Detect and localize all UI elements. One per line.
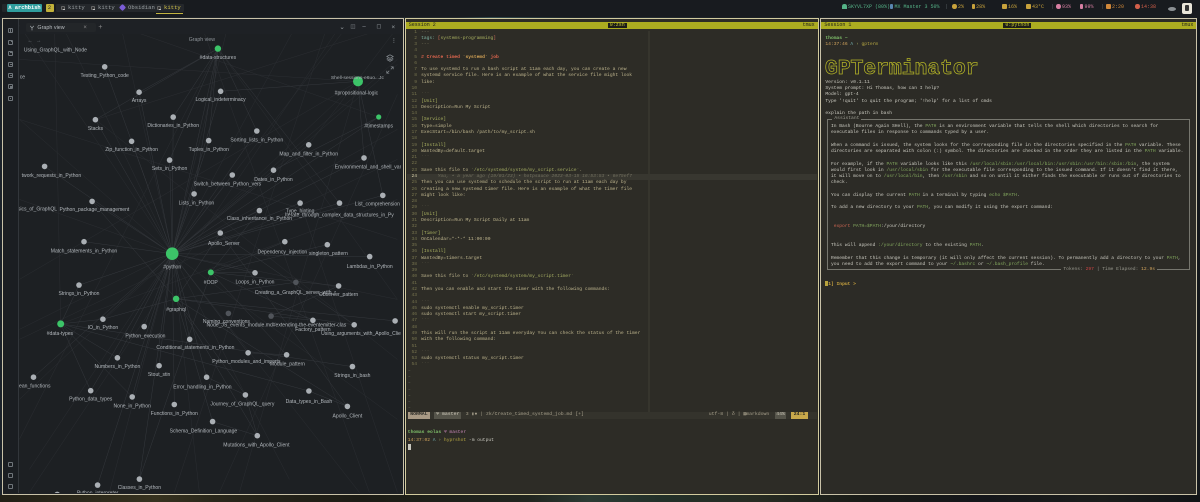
svg-text:#python: #python — [163, 265, 181, 271]
svg-text:Lists_in_Python: Lists_in_Python — [179, 201, 215, 207]
svg-text:#OOP: #OOP — [204, 280, 219, 286]
svg-text:Tuples_in_Python: Tuples_in_Python — [189, 147, 229, 153]
svg-text:Class_inheritance_in_Python: Class_inheritance_in_Python — [227, 216, 293, 222]
svg-text:Clean_functions: Clean_functions — [14, 384, 51, 390]
svg-text:Error_handling_in_Python: Error_handling_in_Python — [173, 385, 232, 391]
svg-text:Numbers_in_Python: Numbers_in_Python — [95, 364, 141, 370]
svg-text:Iterate_through_complex_data_s: Iterate_through_complex_data_structures_… — [285, 213, 394, 219]
svg-text:Python_data_types: Python_data_types — [69, 397, 113, 403]
svg-text:Module_pattern: Module_pattern — [270, 362, 305, 368]
svg-text:Stacks: Stacks — [88, 126, 104, 132]
svg-text:Lambdas_in_Python: Lambdas_in_Python — [347, 264, 393, 270]
svg-text:Using_GraphQL_with_Node: Using_GraphQL_with_Node — [24, 48, 87, 54]
svg-text:Loops_in_Python: Loops_in_Python — [235, 280, 274, 286]
svg-text:Shell-sessions-e6uo...Jc: Shell-sessions-e6uo...Jc — [331, 75, 385, 81]
svg-text:Mutations_with_Apollo_Client: Mutations_with_Apollo_Client — [223, 443, 290, 449]
svg-text:Data_types_in_Bash: Data_types_in_Bash — [286, 399, 333, 405]
svg-text:#propositional-logic: #propositional-logic — [335, 91, 379, 97]
svg-text:Switch_between_Python_vers: Switch_between_Python_vers — [194, 182, 262, 188]
svg-text:Journey_of_GraphQL_query: Journey_of_GraphQL_query — [210, 401, 274, 407]
svg-text:List_comprehension: List_comprehension — [355, 202, 400, 208]
svg-text:Match_statements_in_Python: Match_statements_in_Python — [51, 249, 118, 255]
svg-text:Apollo_Server: Apollo_Server — [208, 241, 240, 247]
svg-text:Sets_in_Python: Sets_in_Python — [152, 166, 188, 172]
svg-text:Stout_stin: Stout_stin — [148, 372, 171, 378]
svg-text:#graphql: #graphql — [166, 307, 186, 313]
svg-text:Python_interpreter: Python_interpreter — [77, 491, 119, 493]
svg-text:singleton_pattern: singleton_pattern — [309, 251, 348, 257]
svg-text:Conditional_statements_in_Pyth: Conditional_statements_in_Python — [156, 345, 234, 351]
svg-text:Python_package_management: Python_package_management — [59, 207, 129, 213]
svg-text:Testing_Python_code: Testing_Python_code — [81, 73, 129, 79]
svg-text:Dependency_injection: Dependency_injection — [258, 250, 308, 256]
svg-text:Environmental_and_shell_variab: Environmental_and_shell_variab — [335, 165, 401, 171]
svg-text:Observer_pattern: Observer_pattern — [319, 292, 358, 298]
svg-text:Strings_in_Python: Strings_in_Python — [59, 291, 100, 297]
svg-text:Map_and_filter_in_Python: Map_and_filter_in_Python — [279, 152, 338, 158]
svg-text:Apollo_Client: Apollo_Client — [333, 414, 363, 420]
svg-text:#data-types: #data-types — [47, 331, 74, 337]
svg-text:Using_arguments_with_Apollo_Cl: Using_arguments_with_Apollo_Clien — [321, 331, 401, 337]
svg-text:Strings_in_bash: Strings_in_bash — [334, 373, 370, 379]
svg-text:Classes_in_Python: Classes_in_Python — [118, 485, 161, 491]
svg-text:Schema_Definition_Language: Schema_Definition_Language — [170, 429, 238, 435]
svg-text:Functions_in_Python: Functions_in_Python — [151, 411, 198, 417]
svg-text:None_in_Python: None_in_Python — [114, 404, 152, 410]
svg-text:Zip_function_in_Python: Zip_function_in_Python — [105, 147, 158, 153]
svg-text:Dictionaries_in_Python: Dictionaries_in_Python — [147, 123, 199, 129]
svg-text:#data-structures: #data-structures — [200, 55, 237, 61]
svg-text:twork_requests_in_Python: twork_requests_in_Python — [22, 173, 82, 179]
svg-text:Sorting_lists_in_Python: Sorting_lists_in_Python — [230, 138, 283, 144]
svg-text:Logical_indeterminacy: Logical_indeterminacy — [195, 97, 246, 103]
svg-text:IO_in_Python: IO_in_Python — [88, 325, 119, 331]
svg-text:ce: ce — [20, 75, 26, 81]
svg-text:Python_execution: Python_execution — [125, 334, 165, 340]
svg-text:Arrays: Arrays — [132, 98, 147, 104]
svg-text:#timestamps: #timestamps — [364, 124, 393, 130]
